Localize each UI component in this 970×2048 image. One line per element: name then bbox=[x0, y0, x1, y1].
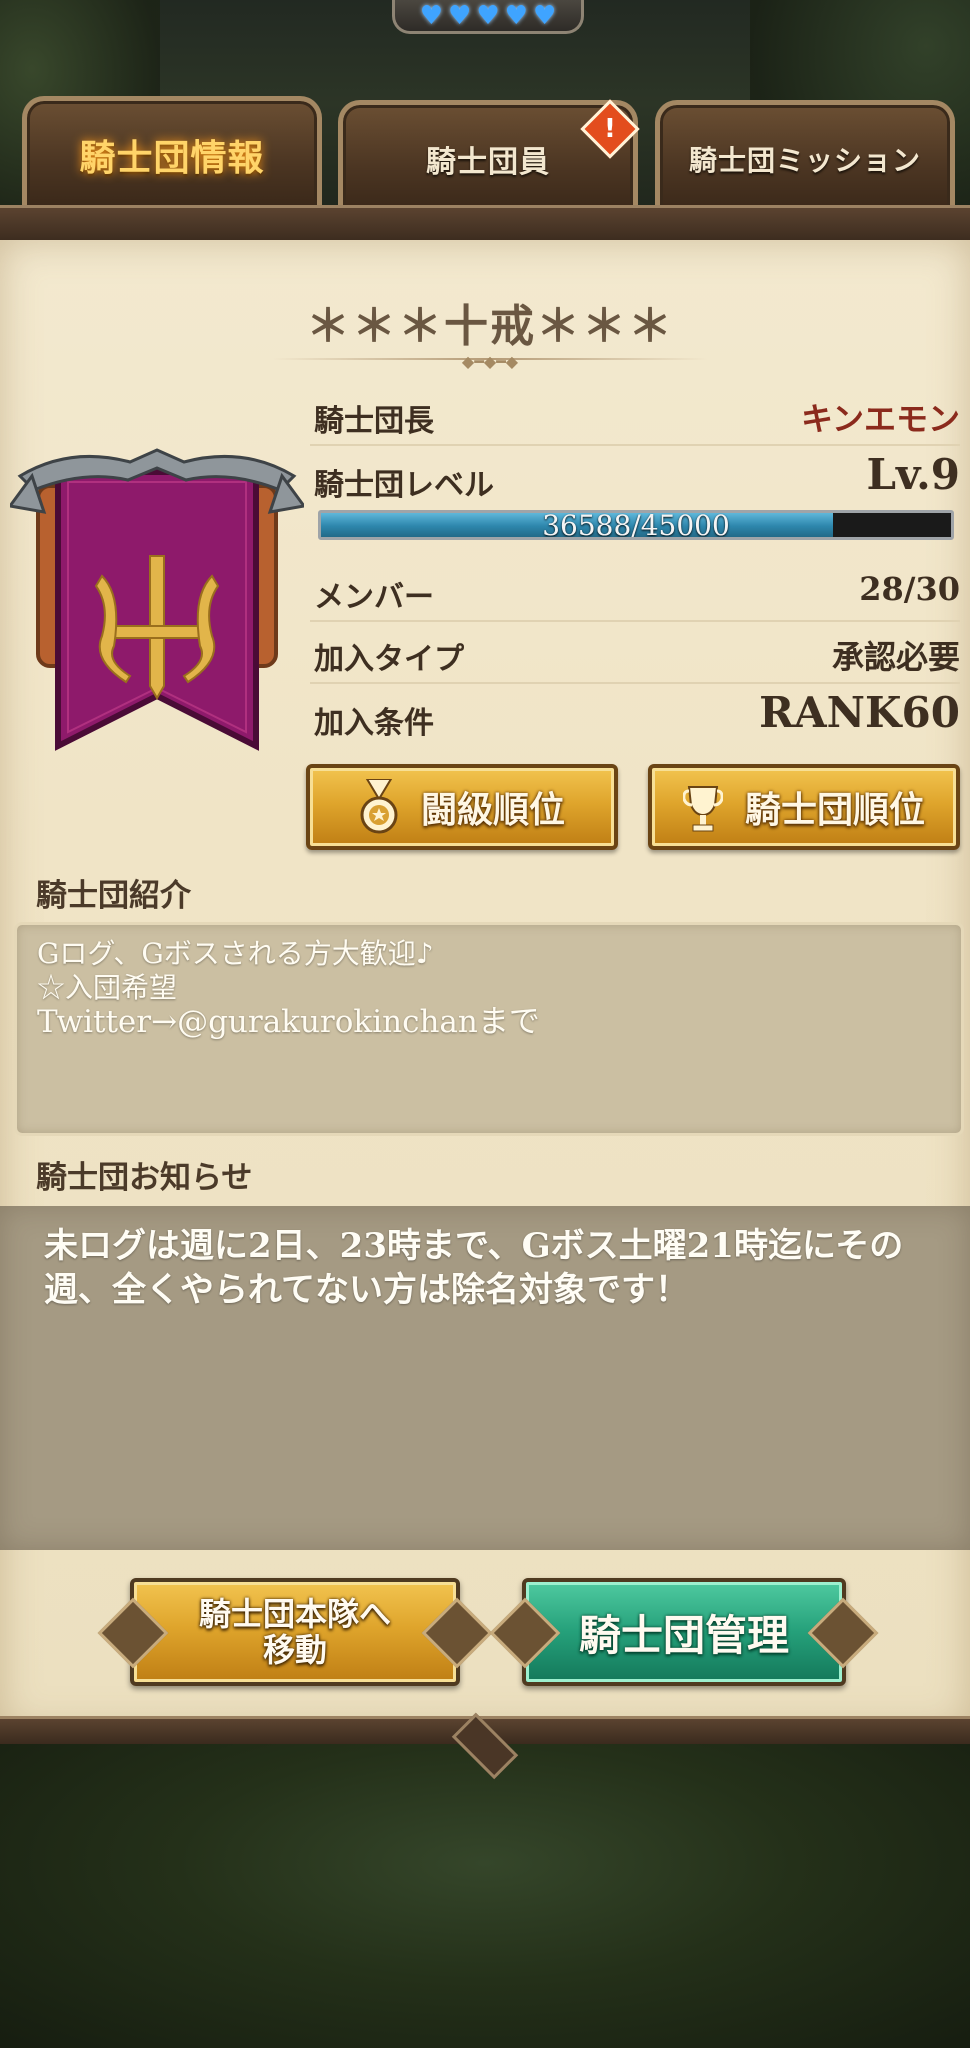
intro-line: Gログ、Gボスされる方大歓迎♪ bbox=[37, 937, 434, 970]
tab-label: 騎士団員 bbox=[426, 144, 550, 180]
members-row: メンバー 28/30 bbox=[310, 564, 960, 622]
join-condition-label: 加入条件 bbox=[314, 706, 434, 741]
panel-top-frame bbox=[0, 205, 970, 245]
exp-progress-text: 36588/45000 bbox=[542, 510, 730, 540]
notice-section-title: 騎士団お知らせ bbox=[36, 1160, 253, 1196]
members-label: メンバー bbox=[314, 580, 434, 615]
intro-line: ☆入団希望 bbox=[37, 971, 178, 1004]
stamina-hearts: ♥ ♥ ♥ ♥ ♥ bbox=[392, 0, 584, 34]
exp-progress-bar: 36588/45000 bbox=[318, 510, 954, 540]
intro-line: Twitter→@gurakurokinchanまで bbox=[37, 1004, 540, 1040]
level-label: 騎士団レベル bbox=[314, 468, 494, 503]
level-value: Lv.9 bbox=[866, 450, 960, 499]
tab-label: 騎士団情報 bbox=[79, 136, 265, 179]
guild-management-label: 騎士団管理 bbox=[578, 1610, 789, 1660]
leader-name[interactable]: キンエモン bbox=[801, 394, 960, 440]
guild-management-button[interactable]: 騎士団管理 bbox=[522, 1578, 846, 1686]
join-condition-row: 加入条件 RANK60 bbox=[310, 688, 960, 748]
level-row: 騎士団レベル Lv.9 bbox=[310, 450, 960, 510]
members-value: 28/30 bbox=[859, 570, 960, 608]
game-background-bottom bbox=[0, 1740, 970, 2048]
intro-section-title: 騎士団紹介 bbox=[36, 878, 191, 914]
heart-icon: ♥ bbox=[419, 0, 444, 31]
notice-line: 週、全くやられてない方は除名対象です！ bbox=[44, 1270, 689, 1310]
join-type-row: 加入タイプ 承認必要 bbox=[310, 626, 960, 684]
guild-rank-label: 騎士団順位 bbox=[744, 789, 925, 831]
join-condition-value: RANK60 bbox=[759, 688, 960, 737]
tab-guild-info[interactable]: 騎士団情報 bbox=[22, 96, 322, 208]
panel-bottom-frame bbox=[0, 1712, 970, 1780]
notice-text-box: 未ログは週に2日、23時まで、Gボス土曜21時迄にその 週、全くやられてない方は… bbox=[0, 1206, 970, 1550]
battle-rank-button[interactable]: 闘級順位 bbox=[306, 764, 618, 850]
heart-icon: ♥ bbox=[504, 0, 528, 31]
move-to-main-guild-label: 騎士団本隊へ 移動 bbox=[198, 1595, 391, 1669]
guild-banner-emblem bbox=[10, 448, 304, 751]
join-type-label: 加入タイプ bbox=[314, 642, 464, 677]
intro-text-box: Gログ、Gボスされる方大歓迎♪ ☆入団希望 Twitter→@gurakurok… bbox=[14, 922, 964, 1136]
divider-ornament: ◆━◆━◆ bbox=[461, 352, 519, 371]
tab-label: 騎士団ミッション bbox=[688, 143, 921, 177]
guild-name: ＊＊＊十戒＊＊＊ bbox=[306, 301, 674, 352]
trophy-icon bbox=[682, 786, 723, 832]
tab-guild-missions[interactable]: 騎士団ミッション bbox=[655, 100, 955, 212]
move-to-main-guild-button[interactable]: 騎士団本隊へ 移動 bbox=[130, 1578, 460, 1686]
heart-icon: ♥ bbox=[532, 0, 557, 31]
medal-icon bbox=[360, 779, 398, 834]
heart-icon: ♥ bbox=[476, 0, 500, 31]
leader-label: 騎士団長 bbox=[314, 404, 434, 439]
heart-icon: ♥ bbox=[448, 0, 472, 31]
leader-row: 騎士団長 キンエモン bbox=[310, 388, 960, 446]
guild-rank-button[interactable]: 騎士団順位 bbox=[648, 764, 960, 850]
join-type-value: 承認必要 bbox=[831, 638, 960, 676]
battle-rank-label: 闘級順位 bbox=[420, 789, 565, 831]
notice-line: 未ログは週に2日、23時まで、Gボス土曜21時迄にその bbox=[44, 1226, 904, 1266]
